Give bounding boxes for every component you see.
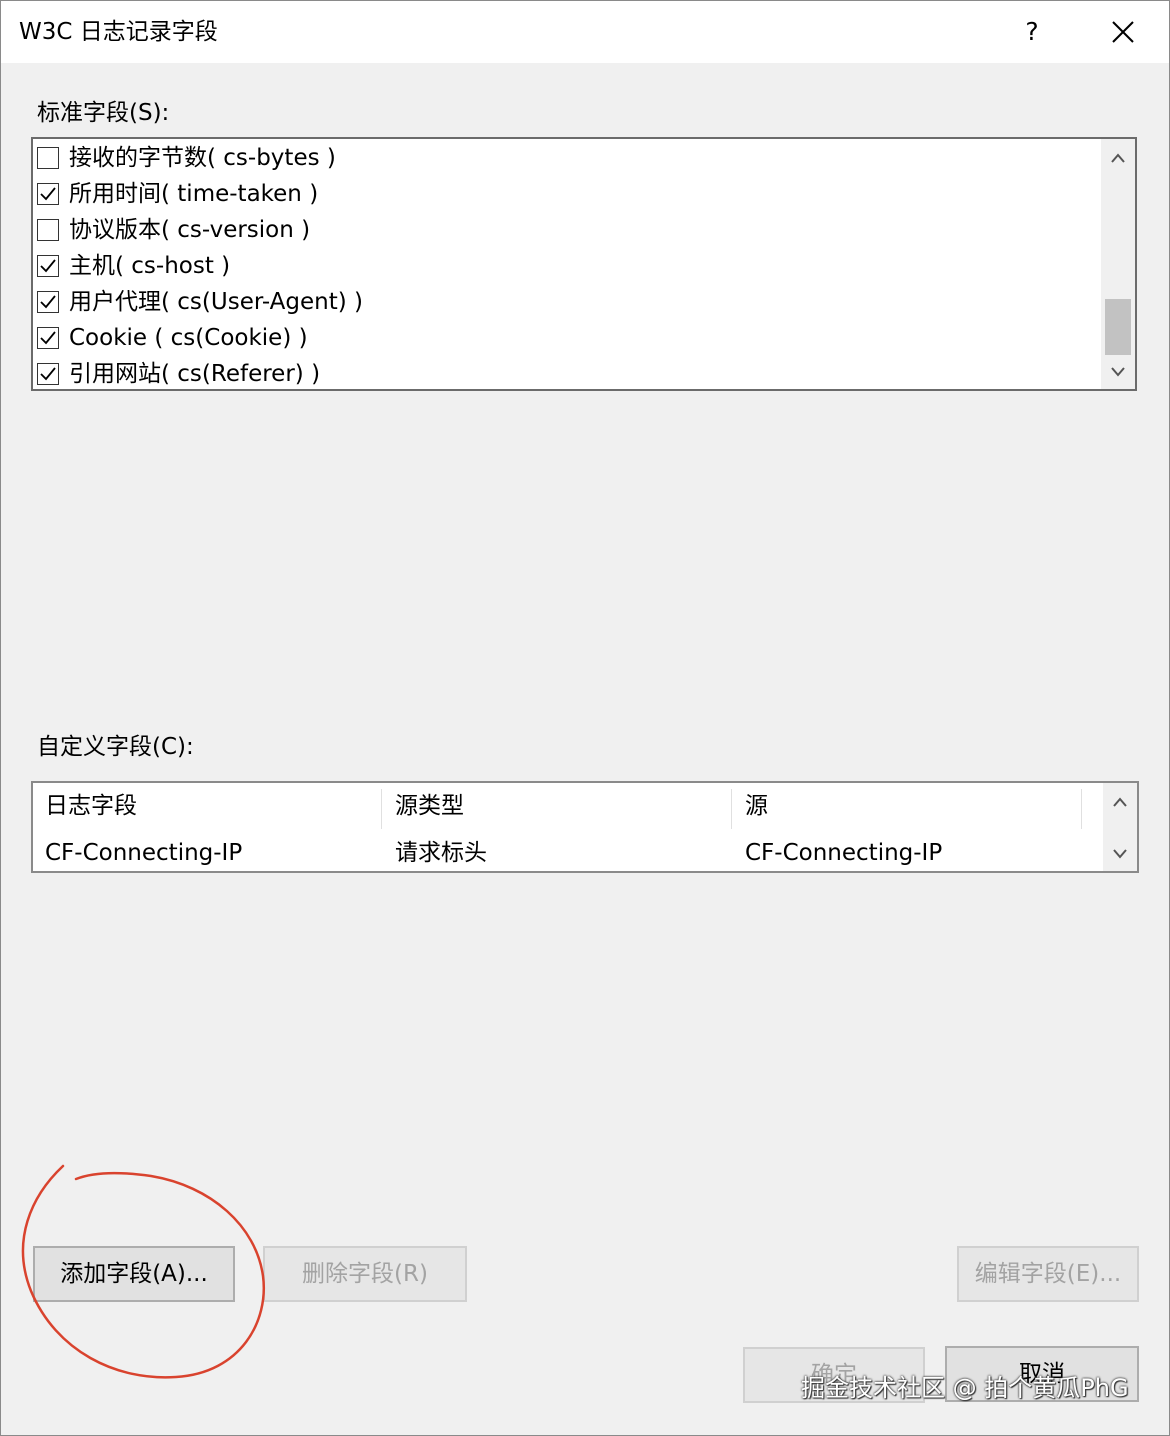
standard-field-item[interactable]: 所用时间( time-taken ) bbox=[33, 176, 318, 212]
chevron-up-icon bbox=[1113, 797, 1127, 807]
column-header-source[interactable]: 源 bbox=[733, 783, 1081, 829]
w3c-logging-fields-dialog: W3C 日志记录字段 ? 标准字段(S): 接收的字节数( cs-bytes )… bbox=[0, 0, 1170, 1436]
checkmark-icon bbox=[40, 331, 56, 345]
custom-fields-label: 自定义字段(C): bbox=[37, 734, 194, 760]
checkbox[interactable] bbox=[37, 183, 59, 205]
table-cell-log-field[interactable]: CF-Connecting-IP bbox=[33, 835, 381, 871]
standard-field-label: 用户代理( cs(User-Agent) ) bbox=[69, 289, 363, 315]
vertical-scrollbar[interactable] bbox=[1103, 783, 1137, 871]
scroll-down-button[interactable] bbox=[1101, 355, 1135, 389]
standard-field-item[interactable]: 引用网站( cs(Referer) ) bbox=[33, 356, 321, 389]
checkmark-icon bbox=[40, 367, 56, 381]
checkbox[interactable] bbox=[37, 255, 59, 277]
dialog-title: W3C 日志记录字段 bbox=[19, 19, 218, 45]
table-cell-source[interactable]: CF-Connecting-IP bbox=[733, 835, 1081, 871]
vertical-scrollbar[interactable] bbox=[1101, 139, 1135, 389]
chevron-up-icon bbox=[1111, 153, 1125, 163]
checkmark-icon bbox=[40, 187, 56, 201]
standard-fields-list[interactable]: 接收的字节数( cs-bytes ) 所用时间( time-taken ) 协议… bbox=[31, 137, 1137, 391]
checkbox[interactable] bbox=[37, 363, 59, 385]
checkmark-icon bbox=[40, 259, 56, 273]
help-button[interactable]: ? bbox=[1001, 11, 1063, 53]
close-icon bbox=[1112, 21, 1134, 43]
column-header-source-type[interactable]: 源类型 bbox=[383, 783, 731, 829]
column-header-log-field[interactable]: 日志字段 bbox=[33, 783, 381, 829]
watermark: 掘金技术社区 @ 拍个黄瓜PhG bbox=[801, 1374, 1129, 1402]
column-separator[interactable] bbox=[381, 789, 382, 829]
standard-field-label: 引用网站( cs(Referer) ) bbox=[69, 361, 321, 387]
chevron-down-icon bbox=[1111, 367, 1125, 377]
standard-field-item[interactable]: Cookie ( cs(Cookie) ) bbox=[33, 320, 308, 356]
title-bar: W3C 日志记录字段 ? bbox=[1, 1, 1169, 63]
standard-fields-label: 标准字段(S): bbox=[37, 100, 170, 126]
standard-field-item[interactable]: 接收的字节数( cs-bytes ) bbox=[33, 140, 336, 176]
standard-field-label: 协议版本( cs-version ) bbox=[69, 217, 311, 243]
standard-field-item[interactable]: 协议版本( cs-version ) bbox=[33, 212, 310, 248]
scroll-thumb[interactable] bbox=[1105, 299, 1131, 355]
edit-field-button[interactable]: 编辑字段(E)... bbox=[957, 1246, 1139, 1302]
standard-field-item[interactable]: 主机( cs-host ) bbox=[33, 248, 230, 284]
checkmark-icon bbox=[40, 295, 56, 309]
standard-field-label: 主机( cs-host ) bbox=[69, 253, 231, 279]
add-field-button[interactable]: 添加字段(A)... bbox=[33, 1246, 235, 1302]
scroll-up-button[interactable] bbox=[1103, 785, 1137, 821]
remove-field-button[interactable]: 删除字段(R) bbox=[263, 1246, 467, 1302]
column-separator[interactable] bbox=[731, 789, 732, 829]
checkbox[interactable] bbox=[37, 147, 59, 169]
custom-fields-table[interactable]: 日志字段 源类型 源 CF-Connecting-IP 请求标头 CF-Conn… bbox=[31, 781, 1139, 873]
scroll-down-button[interactable] bbox=[1103, 837, 1137, 871]
table-cell-source-type[interactable]: 请求标头 bbox=[383, 835, 731, 871]
scroll-up-button[interactable] bbox=[1101, 141, 1135, 177]
close-button[interactable] bbox=[1093, 9, 1153, 55]
column-separator[interactable] bbox=[1081, 789, 1082, 829]
chevron-down-icon bbox=[1113, 849, 1127, 859]
standard-field-item[interactable]: 用户代理( cs(User-Agent) ) bbox=[33, 284, 363, 320]
standard-field-label: 所用时间( time-taken ) bbox=[69, 181, 319, 207]
checkbox[interactable] bbox=[37, 219, 59, 241]
standard-field-label: Cookie ( cs(Cookie) ) bbox=[69, 325, 308, 351]
checkbox[interactable] bbox=[37, 327, 59, 349]
checkbox[interactable] bbox=[37, 291, 59, 313]
standard-field-label: 接收的字节数( cs-bytes ) bbox=[69, 145, 336, 171]
